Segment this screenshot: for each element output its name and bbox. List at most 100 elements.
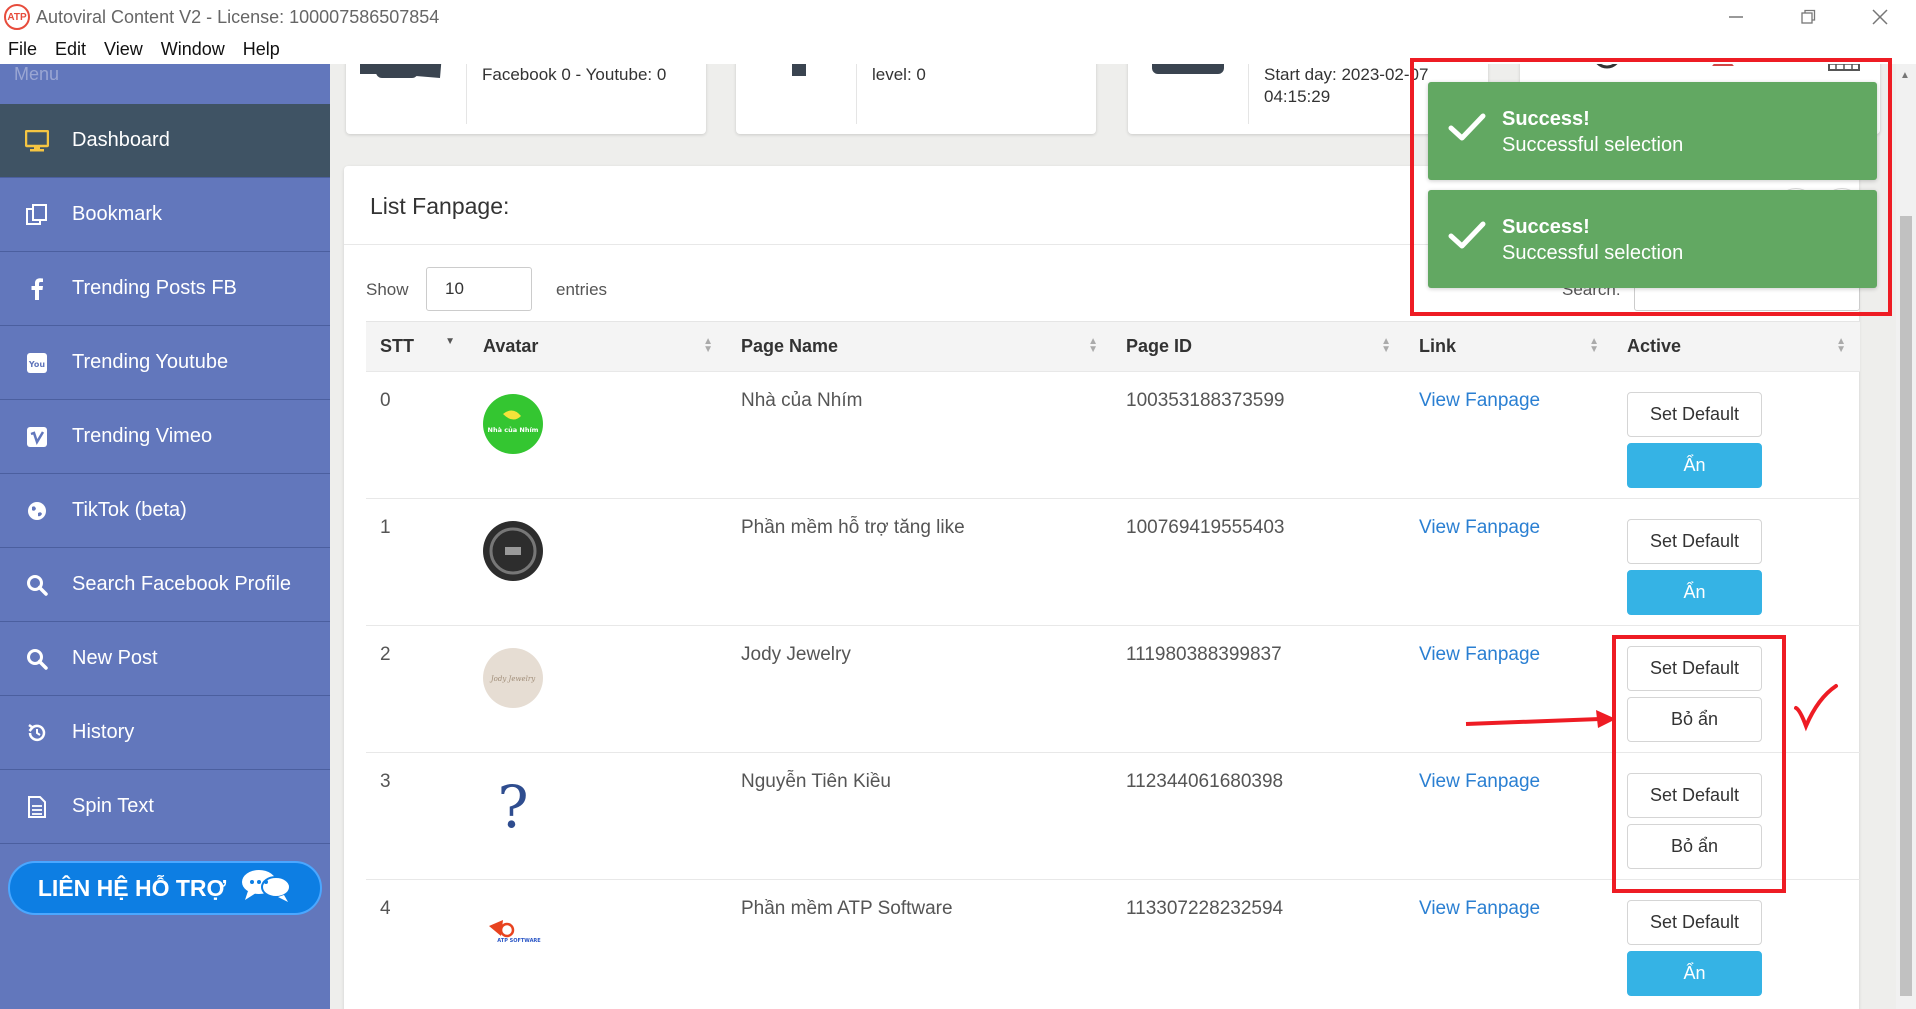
header-active[interactable]: Active ▲ ▼	[1613, 321, 1860, 372]
sidebar-item-label: TikTok (beta)	[72, 499, 187, 521]
cell-page-name: Nhà của Nhím	[727, 371, 1112, 499]
cell-link: View Fanpage	[1405, 498, 1613, 626]
sidebar-item-label: Trending Posts FB	[72, 277, 237, 299]
cell-page-id: 112344061680398	[1112, 752, 1405, 880]
header-label: Active	[1627, 336, 1682, 356]
app-logo-icon: ATP	[4, 4, 30, 30]
scroll-thumb[interactable]	[1900, 216, 1912, 996]
contact-support-button[interactable]: LIÊN HỆ HỖ TRỢ	[8, 861, 322, 915]
sort-icon: ▲ ▼	[1589, 336, 1599, 355]
svg-text:Jody Jewelry: Jody Jewelry	[489, 675, 536, 683]
annotation-checkmark-icon	[1794, 684, 1838, 732]
sidebar-item-trending-vimeo[interactable]: Trending Vimeo	[0, 400, 330, 474]
sidebar-item-bookmark[interactable]: Bookmark	[0, 178, 330, 252]
header-link[interactable]: Link ▲ ▼	[1405, 321, 1613, 372]
view-fanpage-link[interactable]: View Fanpage	[1419, 644, 1540, 665]
menu-view[interactable]: View	[104, 39, 143, 60]
avatar: ATP SOFTWARE	[483, 902, 543, 962]
view-fanpage-link[interactable]: View Fanpage	[1419, 771, 1540, 792]
sidebar-item-trending-youtube[interactable]: You Trending Youtube	[0, 326, 330, 400]
cell-stt: 4	[366, 879, 469, 1007]
sidebar-item-trending-posts-fb[interactable]: Trending Posts FB	[0, 252, 330, 326]
sort-icon: ▲ ▼	[703, 336, 713, 355]
sidebar-item-label: Spin Text	[72, 795, 154, 817]
sort-icon: ▲ ▼	[1836, 336, 1846, 355]
header-page-id[interactable]: Page ID ▲ ▼	[1112, 321, 1405, 372]
stat-divider	[856, 64, 857, 124]
sidebar-item-dashboard[interactable]: Dashboard	[0, 104, 330, 178]
header-label: Page Name	[741, 336, 839, 356]
minimize-button[interactable]	[1700, 0, 1772, 34]
sidebar-item-history[interactable]: History	[0, 696, 330, 770]
start-day-date: Start day: 2023-02-07	[1264, 65, 1429, 84]
sidebar-item-new-post[interactable]: New Post	[0, 622, 330, 696]
sort-icon: ▲ ▼	[1381, 336, 1391, 355]
table-row: 0 Nhà của Nhím Nhà của Nhím 100353188373…	[366, 371, 1860, 499]
sidebar-item-label: Search Facebook Profile	[72, 573, 292, 595]
svg-text:Nhà của Nhím: Nhà của Nhím	[488, 426, 539, 434]
cell-avatar: ?	[469, 752, 727, 880]
history-icon	[24, 722, 50, 744]
close-window-button[interactable]	[1844, 0, 1916, 34]
sidebar-item-tiktok[interactable]: TikTok (beta)	[0, 474, 330, 548]
header-label: STT	[380, 336, 414, 356]
globe-icon	[24, 500, 50, 522]
header-avatar[interactable]: Avatar ▲ ▼	[469, 321, 727, 372]
hide-button[interactable]: Ẩn	[1627, 951, 1762, 996]
table-header-row: STT ▼ Avatar ▲ ▼ Page Name ▲ ▼ Page ID ▲ ▼ Link…	[366, 321, 1860, 372]
view-fanpage-link[interactable]: View Fanpage	[1419, 390, 1540, 411]
sidebar-item-label: Bookmark	[72, 203, 163, 225]
stat-divider	[466, 64, 467, 124]
header-stt[interactable]: STT ▼	[366, 321, 469, 372]
view-fanpage-link[interactable]: View Fanpage	[1419, 898, 1540, 919]
set-default-button[interactable]: Set Default	[1627, 519, 1762, 564]
stat-card-posts: Facebook 0 - Youtube: 0	[346, 64, 706, 134]
cell-page-id: 113307228232594	[1112, 879, 1405, 1007]
set-default-button[interactable]: Set Default	[1627, 900, 1762, 945]
restore-button[interactable]	[1772, 0, 1844, 34]
cell-page-name: Phần mềm hỗ trợ tăng like	[727, 498, 1112, 626]
bookmark-icon	[24, 203, 50, 226]
annotation-box-buttons	[1612, 635, 1786, 893]
hide-button[interactable]: Ẩn	[1627, 443, 1762, 488]
cell-page-id: 111980388399837	[1112, 625, 1405, 753]
sidebar-item-label: New Post	[72, 647, 158, 669]
vimeo-icon	[24, 426, 50, 448]
hide-button[interactable]: Ẩn	[1627, 570, 1762, 615]
svg-text:ATP SOFTWARE: ATP SOFTWARE	[497, 938, 541, 944]
annotation-arrow-icon	[1465, 710, 1616, 728]
header-label: Link	[1419, 336, 1457, 356]
menu-help[interactable]: Help	[243, 39, 280, 60]
menu-file[interactable]: File	[8, 39, 37, 60]
menu-edit[interactable]: Edit	[55, 39, 86, 60]
svg-text:?: ?	[497, 775, 528, 835]
table-row: 1 Phần mềm hỗ trợ tăng like 100769419555…	[366, 498, 1860, 626]
scroll-up-icon[interactable]: ▲	[1900, 70, 1910, 81]
sidebar-item-label: History	[72, 721, 135, 743]
view-fanpage-link[interactable]: View Fanpage	[1419, 517, 1540, 538]
cell-actions: Set Default Ẩn	[1613, 879, 1860, 1007]
table-row: 4 ATP SOFTWARE Phần mềm ATP Software 113…	[366, 879, 1860, 1007]
video-camera-icon	[360, 64, 456, 95]
sort-desc-icon: ▼	[445, 336, 455, 347]
minimize-icon	[1729, 16, 1743, 18]
cell-avatar: ATP SOFTWARE	[469, 879, 727, 1007]
menu-window[interactable]: Window	[161, 39, 225, 60]
cell-stt: 2	[366, 625, 469, 753]
entries-select[interactable]: 10	[426, 267, 532, 311]
window-controls	[1700, 0, 1916, 34]
sidebar-item-spin-text[interactable]: Spin Text	[0, 770, 330, 844]
set-default-button[interactable]: Set Default	[1627, 392, 1762, 437]
sidebar-item-label: Trending Youtube	[72, 351, 229, 373]
page-scrollbar[interactable]: ▲	[1896, 64, 1916, 1009]
header-label: Page ID	[1126, 336, 1193, 356]
avatar: ?	[483, 775, 543, 835]
cell-stt: 3	[366, 752, 469, 880]
search-icon	[24, 648, 50, 670]
cell-page-name: Nguyễn Tiên Kiều	[727, 752, 1112, 880]
annotation-box-toasts	[1410, 58, 1892, 316]
avatar: Nhà của Nhím	[483, 394, 543, 454]
sidebar-item-search-facebook-profile[interactable]: Search Facebook Profile	[0, 548, 330, 622]
stat-text: Facebook 0 - Youtube: 0	[482, 65, 667, 84]
header-page-name[interactable]: Page Name ▲ ▼	[727, 321, 1112, 372]
